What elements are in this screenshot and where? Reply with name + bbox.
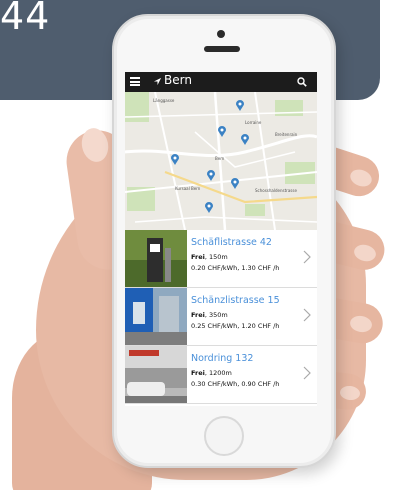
map-pin-icon[interactable] (231, 178, 239, 189)
phone-screen: Bern Länggasse Kursaal Bern Schosshalden… (125, 72, 317, 406)
app-bar: Bern (125, 72, 317, 92)
search-icon[interactable] (297, 77, 307, 87)
banner-number: 44 (0, 0, 51, 38)
camera-icon (217, 30, 225, 38)
chevron-right-icon (303, 366, 311, 380)
map-pin-icon[interactable] (205, 202, 213, 213)
station-row[interactable]: Nordring 132 Frei, 1200m 0.30 CHF/kWh, 0… (125, 346, 317, 404)
map-view[interactable]: Länggasse Kursaal Bern Schosshaldenstras… (125, 92, 317, 230)
map-streets (125, 92, 317, 230)
map-label-2: Kursaal Bern (175, 186, 201, 191)
chevron-right-icon (303, 250, 311, 264)
chevron-right-icon (303, 308, 311, 322)
station-photo (125, 230, 187, 287)
map-label-1: Länggasse (153, 98, 175, 103)
map-label-4: Breitenrain (275, 132, 298, 137)
station-row[interactable]: Schäflistrasse 42 Frei, 150m 0.20 CHF/kW… (125, 230, 317, 288)
station-name: Schäflistrasse 42 (191, 237, 272, 248)
station-price: 0.25 CHF/kWh, 1.20 CHF /h (191, 322, 280, 330)
speaker-grille (204, 46, 240, 52)
station-name: Schänzlistrasse 15 (191, 295, 280, 306)
map-pin-icon[interactable] (218, 126, 226, 137)
location-arrow-icon (153, 77, 162, 86)
station-name: Nordring 132 (191, 353, 254, 364)
station-status: Frei, 150m (191, 253, 228, 261)
map-label-6: Bern (215, 156, 225, 161)
map-label-3: Schosshaldenstrasse (255, 188, 297, 193)
station-photo (125, 346, 187, 403)
map-pin-icon[interactable] (171, 154, 179, 165)
menu-icon[interactable] (130, 77, 140, 86)
map-pin-icon[interactable] (236, 100, 244, 111)
station-price: 0.30 CHF/kWh, 0.90 CHF /h (191, 380, 280, 388)
map-label-5: Lorraine (245, 120, 262, 125)
station-status: Frei, 1200m (191, 369, 232, 377)
map-pin-icon[interactable] (241, 134, 249, 145)
station-photo (125, 288, 187, 345)
station-status: Frei, 350m (191, 311, 228, 319)
city-selector[interactable]: Bern (164, 73, 192, 87)
station-price: 0.20 CHF/kWh, 1.30 CHF /h (191, 264, 280, 272)
home-button[interactable] (204, 416, 244, 456)
station-row[interactable]: Schänzlistrasse 15 Frei, 350m 0.25 CHF/k… (125, 288, 317, 346)
map-pin-icon[interactable] (207, 170, 215, 181)
